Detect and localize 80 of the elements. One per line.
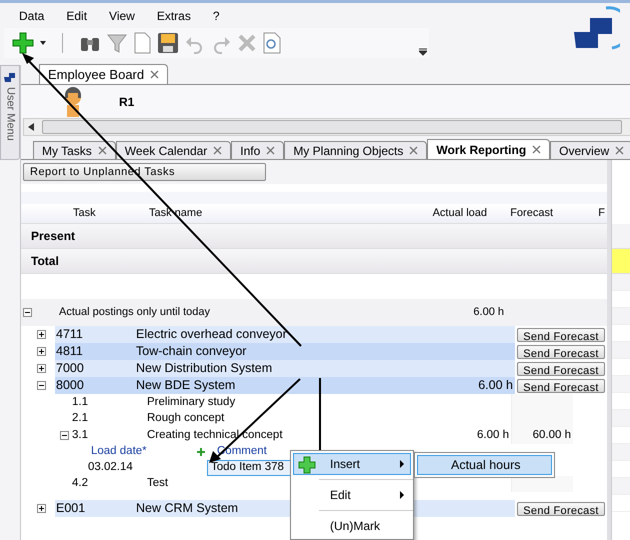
task-name: Preliminary study <box>147 394 236 410</box>
date-cell-text: 03.02.14 <box>88 460 134 475</box>
column-header[interactable]: Task name <box>127 205 307 222</box>
task-id: 8000 <box>55 377 131 394</box>
menu-item[interactable]: Edit <box>66 6 88 24</box>
close-icon[interactable] <box>266 146 276 155</box>
table-cell-text: 6.00 h <box>472 305 504 320</box>
expand-icon[interactable] <box>37 364 46 373</box>
task-name: Tow-chain conveyor <box>131 343 431 360</box>
send-forecast-button[interactable]: Send Forecast <box>517 344 605 358</box>
table-cell-text: 6.00 h <box>476 428 510 443</box>
tab[interactable]: Info <box>231 141 284 159</box>
tab[interactable]: Work Reporting <box>427 139 550 159</box>
side-tab[interactable]: User Menu <box>0 65 20 160</box>
horizontal-scrollbar[interactable] <box>23 118 630 136</box>
column-header[interactable]: F <box>561 205 607 222</box>
send-forecast-button[interactable]: Send Forecast <box>517 378 605 392</box>
plus-icon[interactable] <box>197 448 205 456</box>
close-icon[interactable] <box>98 146 107 155</box>
table-cell: 6.00 h <box>431 377 515 394</box>
menu-item[interactable]: Insert <box>293 453 411 475</box>
group-label: Actual postings only until today <box>59 305 212 320</box>
task-id: 4811 <box>55 343 131 360</box>
task-id: 3.1 <box>71 428 89 443</box>
overflow-icon[interactable] <box>419 48 427 56</box>
tab[interactable]: Week Calendar <box>116 141 232 159</box>
task-id: 1.1 <box>71 394 89 410</box>
menu-item[interactable]: Extras <box>156 6 191 24</box>
save-icon[interactable] <box>157 32 179 54</box>
task-name: New BDE System <box>131 377 431 394</box>
task-id: 4711 <box>55 326 131 343</box>
task-name: New Distribution System <box>131 360 431 377</box>
column-header[interactable]: Forecast <box>491 205 561 222</box>
plus-icon[interactable] <box>12 32 34 54</box>
summary-label: Total <box>31 253 59 270</box>
funnel-icon[interactable] <box>107 32 127 54</box>
document-icon[interactable] <box>133 32 151 54</box>
tab[interactable]: Overview <box>550 141 630 159</box>
column-header[interactable]: Actual load <box>307 205 491 222</box>
close-icon[interactable] <box>150 70 160 79</box>
collapse-icon[interactable] <box>37 381 46 390</box>
task-id: E001 <box>55 500 131 517</box>
task-name: Electric overhead conveyor <box>131 326 431 343</box>
side-tab-label: User Menu <box>3 87 18 141</box>
task-name: Test <box>147 476 170 492</box>
task-id: 2.1 <box>71 411 89 426</box>
tab[interactable]: My Planning Objects <box>284 141 428 159</box>
expand-icon[interactable] <box>37 330 46 339</box>
task-name: Rough concept <box>147 411 226 426</box>
table-cell <box>511 394 573 410</box>
scroll-left-icon[interactable] <box>28 123 34 131</box>
menu-item[interactable]: ? <box>212 6 220 24</box>
preview-icon[interactable] <box>263 32 281 54</box>
plus-icon <box>298 456 316 474</box>
close-icon[interactable] <box>615 146 624 155</box>
expand-icon[interactable] <box>37 504 46 513</box>
expand-icon[interactable] <box>37 347 46 356</box>
collapse-icon[interactable] <box>23 308 32 317</box>
caret-icon[interactable] <box>40 41 46 45</box>
task-name: Creating technical concept <box>147 428 284 443</box>
task-id: 4.2 <box>71 476 89 492</box>
close-icon[interactable] <box>213 146 222 155</box>
table-cell: 60.00 h <box>511 427 573 444</box>
tab[interactable]: My Tasks <box>33 141 116 159</box>
menu-item[interactable]: Actual hours <box>417 455 552 475</box>
menu-item[interactable]: View <box>109 6 135 24</box>
task-id: 7000 <box>55 360 131 377</box>
tab[interactable]: Employee Board <box>39 64 168 84</box>
summary-label: Present <box>31 228 76 245</box>
send-forecast-button[interactable]: Send Forecast <box>517 502 605 516</box>
menu-item[interactable]: Data <box>19 6 44 24</box>
menu-item[interactable]: (Un)Mark <box>293 515 411 537</box>
employee-name: R1 <box>119 94 134 110</box>
close-icon[interactable] <box>532 145 542 154</box>
close-icon[interactable] <box>409 146 418 155</box>
collapse-icon[interactable] <box>60 430 69 440</box>
column-header[interactable]: Task <box>21 205 127 222</box>
send-forecast-button[interactable]: Send Forecast <box>517 362 605 376</box>
send-forecast-button[interactable]: Send Forecast <box>517 328 605 342</box>
column-header: Load date* <box>91 444 148 459</box>
